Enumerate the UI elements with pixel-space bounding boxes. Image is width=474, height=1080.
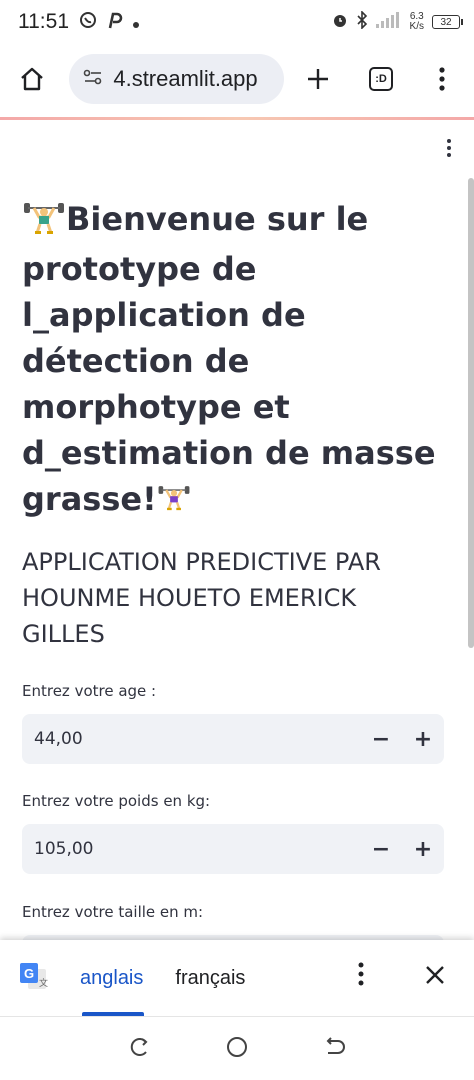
- age-increment-button[interactable]: +: [402, 714, 444, 764]
- age-label: Entrez votre age :: [22, 682, 157, 700]
- signal-icon: [375, 11, 402, 33]
- source-language-label: anglais: [80, 966, 144, 989]
- recents-icon[interactable]: [128, 1036, 150, 1062]
- whatsapp-icon: [79, 11, 97, 33]
- tab-switcher-button[interactable]: :D: [361, 59, 400, 99]
- weight-label: Entrez votre poids en kg:: [22, 792, 211, 810]
- weight-number-input[interactable]: 105,00 − +: [22, 824, 444, 874]
- system-nav-bar: [0, 1016, 474, 1080]
- weightlifter-icon: [22, 200, 66, 246]
- network-speed: 6.3 K/s: [410, 12, 424, 32]
- home-button-icon[interactable]: [225, 1035, 249, 1063]
- close-icon[interactable]: [424, 964, 446, 990]
- browser-menu-icon[interactable]: [423, 59, 462, 99]
- bluetooth-icon: [356, 9, 368, 34]
- alarm-icon: [332, 12, 348, 33]
- streamlit-page: Bienvenue sur le prototype de l_applicat…: [0, 120, 474, 940]
- tab-target-language[interactable]: français: [175, 940, 245, 1016]
- age-number-input[interactable]: 44,00 − +: [22, 714, 444, 764]
- page-scrollbar[interactable]: [468, 178, 474, 648]
- battery-level: 32: [440, 16, 452, 28]
- browser-toolbar: 4.streamlit.app :D: [0, 50, 474, 108]
- weight-value[interactable]: 105,00: [34, 839, 360, 859]
- back-icon[interactable]: [324, 1036, 346, 1062]
- home-icon[interactable]: [12, 59, 51, 99]
- address-bar[interactable]: 4.streamlit.app: [69, 54, 284, 104]
- tab-source-language[interactable]: anglais: [80, 940, 144, 1016]
- weight-increment-button[interactable]: +: [402, 824, 444, 874]
- app-menu-icon[interactable]: [446, 138, 452, 162]
- weight-decrement-button[interactable]: −: [360, 824, 402, 874]
- translate-bar: G文 anglais français: [0, 940, 474, 1016]
- battery-icon: 32: [432, 15, 463, 29]
- status-bar: 11:51 6.3 K/s 32: [0, 0, 474, 44]
- new-tab-icon[interactable]: [298, 59, 337, 99]
- tab-count: :D: [369, 67, 393, 91]
- weightlifter-woman-icon: [157, 480, 191, 526]
- height-label: Entrez votre taille en m:: [22, 903, 204, 921]
- pinterest-icon: [107, 11, 123, 33]
- dot-icon: [133, 13, 139, 32]
- site-settings-icon[interactable]: [83, 68, 103, 90]
- page-subtitle: APPLICATION PREDICTIVE PAR HOUNME HOUETO…: [22, 548, 381, 648]
- translate-menu-icon[interactable]: [358, 962, 364, 990]
- network-speed-unit: K/s: [409, 21, 424, 32]
- url-text: 4.streamlit.app: [113, 66, 258, 91]
- status-time: 11:51: [18, 10, 69, 33]
- svg-text:G: G: [24, 966, 34, 981]
- page-title: Bienvenue sur le prototype de l_applicat…: [22, 196, 442, 526]
- google-translate-icon[interactable]: G文: [18, 961, 48, 995]
- page-title-text: Bienvenue sur le prototype de l_applicat…: [22, 200, 436, 518]
- target-language-label: français: [175, 966, 246, 989]
- age-decrement-button[interactable]: −: [360, 714, 402, 764]
- svg-text:文: 文: [39, 977, 48, 989]
- age-value[interactable]: 44,00: [34, 729, 360, 749]
